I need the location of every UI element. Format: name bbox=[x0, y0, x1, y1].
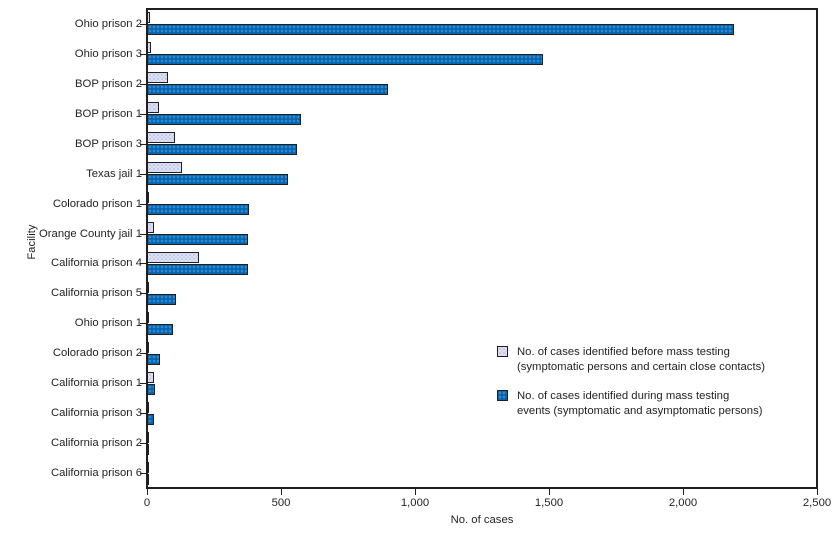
x-axis-tick-label: 0 bbox=[143, 497, 151, 509]
y-axis-tick-mark bbox=[140, 143, 146, 145]
bar-before-mass-testing bbox=[147, 311, 149, 323]
y-axis-tick-label: California prison 6 bbox=[50, 467, 142, 480]
bar-during-mass-testing bbox=[147, 263, 248, 275]
bar-during-mass-testing bbox=[147, 174, 288, 186]
x-axis-tick-label: 500 bbox=[271, 497, 291, 509]
y-axis-tick-mark bbox=[140, 413, 146, 415]
y-axis-tick-label: Ohio prison 2 bbox=[74, 17, 142, 30]
legend-item-during: No. of cases identified during mass test… bbox=[497, 389, 765, 419]
bar-before-mass-testing bbox=[147, 132, 175, 144]
x-axis-tick-label: 1,500 bbox=[534, 497, 564, 509]
bar-during-mass-testing bbox=[147, 204, 249, 216]
figure-covid19-cases-by-facility: Facility Ohio prison 2 Ohio prison 3 BOP p… bbox=[0, 0, 837, 535]
y-axis-tick-mark bbox=[140, 233, 146, 235]
y-axis-tick-mark bbox=[140, 443, 146, 445]
y-axis-tick-label: BOP prison 2 bbox=[75, 77, 142, 90]
x-axis-title: No. of cases bbox=[450, 514, 514, 526]
x-axis-tick-label: 2,500 bbox=[802, 497, 832, 509]
bar-before-mass-testing bbox=[147, 222, 155, 234]
bar-during-mass-testing bbox=[147, 293, 176, 305]
bar-before-mass-testing bbox=[147, 401, 149, 413]
y-axis-tick-label: BOP prison 3 bbox=[75, 137, 142, 150]
legend-item-before: No. of cases identified before mass test… bbox=[497, 345, 765, 375]
y-axis-tick-label: Texas jail 1 bbox=[86, 167, 142, 180]
bar-before-mass-testing bbox=[147, 72, 168, 84]
x-axis-tick-label: 2,000 bbox=[668, 497, 698, 509]
x-axis-tick-mark bbox=[147, 489, 148, 495]
y-axis-tick-mark bbox=[140, 383, 146, 385]
y-axis-tick-label: Ohio prison 3 bbox=[74, 47, 142, 60]
chart-legend: No. of cases identified before mass test… bbox=[497, 345, 765, 433]
y-axis-tick-mark bbox=[140, 113, 146, 115]
bar-during-mass-testing bbox=[147, 383, 156, 395]
bar-before-mass-testing bbox=[147, 461, 149, 473]
x-axis-tick-mark bbox=[281, 489, 282, 495]
bar-before-mass-testing bbox=[147, 42, 152, 54]
y-axis-tick-mark bbox=[140, 263, 146, 265]
y-axis-tick-mark bbox=[140, 353, 146, 355]
y-axis-tick-label: California prison 4 bbox=[50, 257, 142, 270]
y-axis-tick-mark bbox=[140, 293, 146, 295]
bar-before-mass-testing bbox=[147, 341, 149, 353]
y-axis-tick-mark bbox=[140, 173, 146, 175]
y-axis-tick-mark bbox=[140, 83, 146, 85]
legend-label-before: No. of cases identified before mass test… bbox=[517, 346, 766, 373]
y-axis-category-labels: Ohio prison 2 Ohio prison 3 BOP prison 2 BO… bbox=[0, 0, 142, 489]
bar-during-mass-testing bbox=[147, 413, 154, 425]
bar-during-mass-testing bbox=[147, 473, 149, 485]
y-axis-tick-label: Colorado prison 2 bbox=[52, 347, 142, 360]
x-axis-tick-mark bbox=[415, 489, 416, 495]
legend-swatch-before-icon bbox=[497, 346, 508, 357]
bar-during-mass-testing bbox=[147, 353, 160, 365]
bar-during-mass-testing bbox=[147, 443, 149, 455]
y-axis-tick-label: California prison 5 bbox=[50, 287, 142, 300]
bar-before-mass-testing bbox=[147, 431, 149, 443]
bar-during-mass-testing bbox=[147, 24, 734, 36]
bar-during-mass-testing bbox=[147, 114, 301, 126]
bar-before-mass-testing bbox=[147, 162, 182, 174]
y-axis-tick-mark bbox=[140, 473, 146, 475]
legend-label-during: No. of cases identified during mass test… bbox=[517, 390, 763, 417]
bar-during-mass-testing bbox=[147, 54, 543, 66]
y-axis-tick-mark bbox=[140, 23, 146, 25]
x-axis-tick-label: 1,000 bbox=[400, 497, 430, 509]
bar-before-mass-testing bbox=[147, 281, 149, 293]
y-axis-tick-mark bbox=[140, 323, 146, 325]
legend-swatch-during-icon bbox=[497, 390, 508, 401]
bar-before-mass-testing bbox=[147, 102, 160, 114]
x-axis-tick-mark bbox=[683, 489, 684, 495]
y-axis-tick-mark bbox=[140, 203, 146, 205]
x-axis-tick-mark bbox=[549, 489, 550, 495]
bar-before-mass-testing bbox=[147, 251, 199, 263]
y-axis-tick-label: California prison 3 bbox=[50, 407, 142, 420]
bar-during-mass-testing bbox=[147, 144, 297, 156]
y-axis-tick-label: California prison 1 bbox=[50, 377, 142, 390]
bar-before-mass-testing bbox=[147, 12, 150, 24]
x-axis-tick-mark bbox=[817, 489, 818, 495]
y-axis-tick-label: California prison 2 bbox=[50, 437, 142, 450]
bar-before-mass-testing bbox=[147, 371, 155, 383]
bar-before-mass-testing bbox=[147, 192, 149, 204]
y-axis-tick-label: Colorado prison 1 bbox=[52, 197, 142, 210]
y-axis-tick-label: BOP prison 1 bbox=[75, 107, 142, 120]
y-axis-tick-label: Orange County jail 1 bbox=[39, 227, 142, 240]
bar-during-mass-testing bbox=[147, 234, 249, 246]
bar-during-mass-testing bbox=[147, 323, 173, 335]
y-axis-tick-mark bbox=[140, 53, 146, 55]
y-axis-tick-label: Ohio prison 1 bbox=[74, 317, 142, 330]
bar-during-mass-testing bbox=[147, 84, 388, 96]
